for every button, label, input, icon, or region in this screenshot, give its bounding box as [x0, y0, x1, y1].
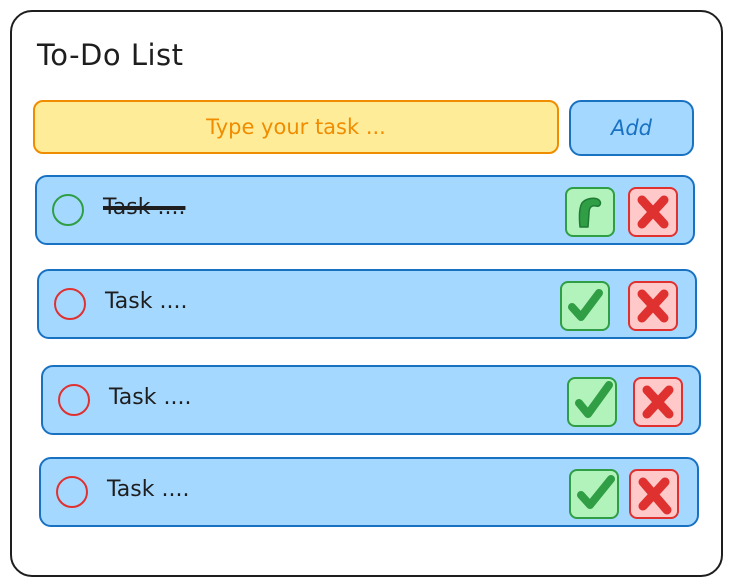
x-icon: [642, 385, 674, 419]
task-label: Task ....: [109, 385, 192, 410]
task-label: Task ....: [107, 477, 190, 502]
check-icon: [578, 197, 602, 228]
task-label: Task ....: [103, 195, 186, 220]
task-status-circle[interactable]: [56, 476, 88, 508]
delete-task-button[interactable]: [628, 281, 678, 331]
x-icon: [638, 477, 672, 515]
task-status-circle[interactable]: [58, 384, 90, 416]
x-icon: [637, 195, 669, 229]
task-status-circle[interactable]: [52, 194, 84, 226]
task-status-circle[interactable]: [54, 288, 86, 320]
task-row: Task ....: [41, 365, 701, 435]
task-label: Task ....: [105, 289, 188, 314]
check-icon: [577, 475, 615, 509]
x-icon: [637, 289, 669, 323]
page-title: To-Do List: [37, 38, 184, 72]
delete-task-button[interactable]: [629, 469, 679, 519]
complete-task-button[interactable]: [560, 281, 610, 331]
add-button[interactable]: Add: [569, 100, 694, 156]
task-input[interactable]: [33, 100, 559, 154]
task-row: Task ....: [39, 457, 699, 527]
check-icon: [568, 289, 603, 321]
complete-task-button[interactable]: [569, 469, 619, 519]
complete-task-button[interactable]: [565, 187, 615, 237]
task-row: Task ....: [35, 175, 695, 245]
task-row: Task ....: [37, 269, 697, 339]
delete-task-button[interactable]: [628, 187, 678, 237]
check-icon: [575, 381, 613, 418]
complete-task-button[interactable]: [567, 377, 617, 427]
delete-task-button[interactable]: [633, 377, 683, 427]
